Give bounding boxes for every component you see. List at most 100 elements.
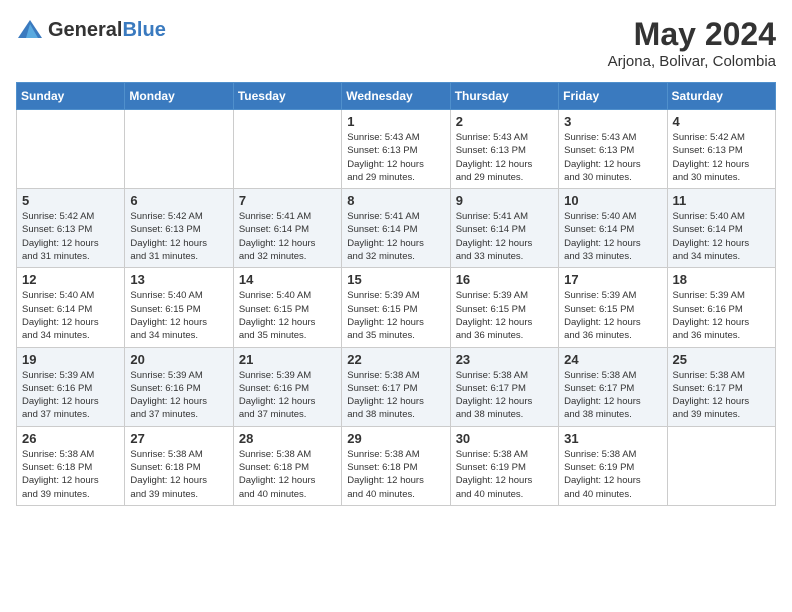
day-number: 24 [564, 352, 661, 367]
weekday-header: Sunday [17, 83, 125, 110]
day-info: Sunrise: 5:39 AM Sunset: 6:16 PM Dayligh… [673, 289, 770, 342]
day-number: 5 [22, 193, 119, 208]
logo-text-blue: Blue [122, 19, 165, 41]
calendar-cell: 5 Sunrise: 5:42 AM Sunset: 6:13 PM Daylig… [17, 189, 125, 268]
day-number: 10 [564, 193, 661, 208]
calendar-cell: 6 Sunrise: 5:42 AM Sunset: 6:13 PM Daylig… [125, 189, 233, 268]
day-number: 1 [347, 114, 444, 129]
calendar-cell: 24 Sunrise: 5:38 AM Sunset: 6:17 PM Dayli… [559, 347, 667, 426]
day-info: Sunrise: 5:38 AM Sunset: 6:17 PM Dayligh… [347, 369, 444, 422]
weekday-header: Wednesday [342, 83, 450, 110]
day-number: 16 [456, 272, 553, 287]
day-number: 6 [130, 193, 227, 208]
day-info: Sunrise: 5:40 AM Sunset: 6:14 PM Dayligh… [564, 210, 661, 263]
day-number: 26 [22, 431, 119, 446]
day-info: Sunrise: 5:38 AM Sunset: 6:19 PM Dayligh… [564, 448, 661, 501]
calendar-week-row: 12 Sunrise: 5:40 AM Sunset: 6:14 PM Dayli… [17, 268, 776, 347]
calendar-table: SundayMondayTuesdayWednesdayThursdayFrid… [16, 82, 776, 506]
calendar-cell: 20Sunrise: 5:39 AM Sunset: 6:16 PM Dayli… [125, 347, 233, 426]
calendar-cell: 7Sunrise: 5:41 AM Sunset: 6:14 PM Daylig… [233, 189, 341, 268]
day-number: 12 [22, 272, 119, 287]
day-info: Sunrise: 5:43 AM Sunset: 6:13 PM Dayligh… [564, 131, 661, 184]
day-info: Sunrise: 5:42 AM Sunset: 6:13 PM Dayligh… [130, 210, 227, 263]
calendar-cell: 4 Sunrise: 5:42 AM Sunset: 6:13 PM Daylig… [667, 110, 775, 189]
calendar-cell: 15 Sunrise: 5:39 AM Sunset: 6:15 PM Dayli… [342, 268, 450, 347]
day-info: Sunrise: 5:40 AM Sunset: 6:14 PM Dayligh… [22, 289, 119, 342]
day-number: 11 [673, 193, 770, 208]
day-number: 23 [456, 352, 553, 367]
calendar-cell: 26 Sunrise: 5:38 AM Sunset: 6:18 PM Dayli… [17, 426, 125, 505]
day-number: 7 [239, 193, 336, 208]
calendar-header: SundayMondayTuesdayWednesdayThursdayFrid… [17, 83, 776, 110]
calendar-cell: 29Sunrise: 5:38 AM Sunset: 6:18 PM Dayli… [342, 426, 450, 505]
day-number: 3 [564, 114, 661, 129]
day-info: Sunrise: 5:38 AM Sunset: 6:18 PM Dayligh… [347, 448, 444, 501]
calendar-cell: 22 Sunrise: 5:38 AM Sunset: 6:17 PM Dayli… [342, 347, 450, 426]
day-info: Sunrise: 5:42 AM Sunset: 6:13 PM Dayligh… [22, 210, 119, 263]
day-info: Sunrise: 5:41 AM Sunset: 6:14 PM Dayligh… [456, 210, 553, 263]
calendar-cell: 17Sunrise: 5:39 AM Sunset: 6:15 PM Dayli… [559, 268, 667, 347]
day-info: Sunrise: 5:39 AM Sunset: 6:16 PM Dayligh… [239, 369, 336, 422]
logo-text-general: General [48, 19, 122, 41]
title-block: May 2024 Arjona, Bolivar, Colombia [608, 16, 776, 70]
day-info: Sunrise: 5:38 AM Sunset: 6:18 PM Dayligh… [239, 448, 336, 501]
day-info: Sunrise: 5:43 AM Sunset: 6:13 PM Dayligh… [347, 131, 444, 184]
day-number: 4 [673, 114, 770, 129]
day-number: 27 [130, 431, 227, 446]
calendar-cell: 14Sunrise: 5:40 AM Sunset: 6:15 PM Dayli… [233, 268, 341, 347]
calendar-cell: 10 Sunrise: 5:40 AM Sunset: 6:14 PM Dayli… [559, 189, 667, 268]
calendar-cell: 27 Sunrise: 5:38 AM Sunset: 6:18 PM Dayli… [125, 426, 233, 505]
day-number: 9 [456, 193, 553, 208]
calendar-cell: 28 Sunrise: 5:38 AM Sunset: 6:18 PM Dayli… [233, 426, 341, 505]
day-info: Sunrise: 5:38 AM Sunset: 6:17 PM Dayligh… [673, 369, 770, 422]
calendar-week-row: 1 Sunrise: 5:43 AM Sunset: 6:13 PM Daylig… [17, 110, 776, 189]
title-location: Arjona, Bolivar, Colombia [608, 53, 776, 70]
calendar-cell: 3 Sunrise: 5:43 AM Sunset: 6:13 PM Daylig… [559, 110, 667, 189]
day-info: Sunrise: 5:40 AM Sunset: 6:14 PM Dayligh… [673, 210, 770, 263]
calendar-cell: 16 Sunrise: 5:39 AM Sunset: 6:15 PM Dayli… [450, 268, 558, 347]
day-info: Sunrise: 5:38 AM Sunset: 6:18 PM Dayligh… [22, 448, 119, 501]
day-number: 13 [130, 272, 227, 287]
calendar-cell [17, 110, 125, 189]
day-number: 8 [347, 193, 444, 208]
day-info: Sunrise: 5:42 AM Sunset: 6:13 PM Dayligh… [673, 131, 770, 184]
calendar-cell: 13 Sunrise: 5:40 AM Sunset: 6:15 PM Dayli… [125, 268, 233, 347]
calendar-cell: 9 Sunrise: 5:41 AM Sunset: 6:14 PM Daylig… [450, 189, 558, 268]
calendar-cell: 23Sunrise: 5:38 AM Sunset: 6:17 PM Dayli… [450, 347, 558, 426]
calendar-body: 1 Sunrise: 5:43 AM Sunset: 6:13 PM Daylig… [17, 110, 776, 506]
day-info: Sunrise: 5:39 AM Sunset: 6:16 PM Dayligh… [22, 369, 119, 422]
calendar-cell [125, 110, 233, 189]
weekday-header: Monday [125, 83, 233, 110]
calendar-cell: 2Sunrise: 5:43 AM Sunset: 6:13 PM Daylig… [450, 110, 558, 189]
day-info: Sunrise: 5:43 AM Sunset: 6:13 PM Dayligh… [456, 131, 553, 184]
day-number: 15 [347, 272, 444, 287]
day-info: Sunrise: 5:38 AM Sunset: 6:19 PM Dayligh… [456, 448, 553, 501]
weekday-header: Friday [559, 83, 667, 110]
calendar-week-row: 26 Sunrise: 5:38 AM Sunset: 6:18 PM Dayli… [17, 426, 776, 505]
calendar-cell: 8 Sunrise: 5:41 AM Sunset: 6:14 PM Daylig… [342, 189, 450, 268]
calendar-cell: 18Sunrise: 5:39 AM Sunset: 6:16 PM Dayli… [667, 268, 775, 347]
day-info: Sunrise: 5:41 AM Sunset: 6:14 PM Dayligh… [347, 210, 444, 263]
weekday-header: Thursday [450, 83, 558, 110]
day-info: Sunrise: 5:39 AM Sunset: 6:15 PM Dayligh… [564, 289, 661, 342]
day-info: Sunrise: 5:39 AM Sunset: 6:15 PM Dayligh… [456, 289, 553, 342]
calendar-cell: 31Sunrise: 5:38 AM Sunset: 6:19 PM Dayli… [559, 426, 667, 505]
calendar-cell: 19 Sunrise: 5:39 AM Sunset: 6:16 PM Dayli… [17, 347, 125, 426]
logo: GeneralBlue [16, 16, 166, 44]
calendar-cell: 11 Sunrise: 5:40 AM Sunset: 6:14 PM Dayli… [667, 189, 775, 268]
day-info: Sunrise: 5:38 AM Sunset: 6:18 PM Dayligh… [130, 448, 227, 501]
calendar-week-row: 19 Sunrise: 5:39 AM Sunset: 6:16 PM Dayli… [17, 347, 776, 426]
day-number: 14 [239, 272, 336, 287]
day-number: 28 [239, 431, 336, 446]
day-info: Sunrise: 5:40 AM Sunset: 6:15 PM Dayligh… [130, 289, 227, 342]
calendar-cell: 30 Sunrise: 5:38 AM Sunset: 6:19 PM Dayli… [450, 426, 558, 505]
weekday-header: Tuesday [233, 83, 341, 110]
day-info: Sunrise: 5:39 AM Sunset: 6:15 PM Dayligh… [347, 289, 444, 342]
calendar-cell: 21Sunrise: 5:39 AM Sunset: 6:16 PM Dayli… [233, 347, 341, 426]
calendar-cell: 1 Sunrise: 5:43 AM Sunset: 6:13 PM Daylig… [342, 110, 450, 189]
weekday-header: Saturday [667, 83, 775, 110]
day-number: 30 [456, 431, 553, 446]
day-info: Sunrise: 5:38 AM Sunset: 6:17 PM Dayligh… [564, 369, 661, 422]
day-number: 22 [347, 352, 444, 367]
day-number: 19 [22, 352, 119, 367]
